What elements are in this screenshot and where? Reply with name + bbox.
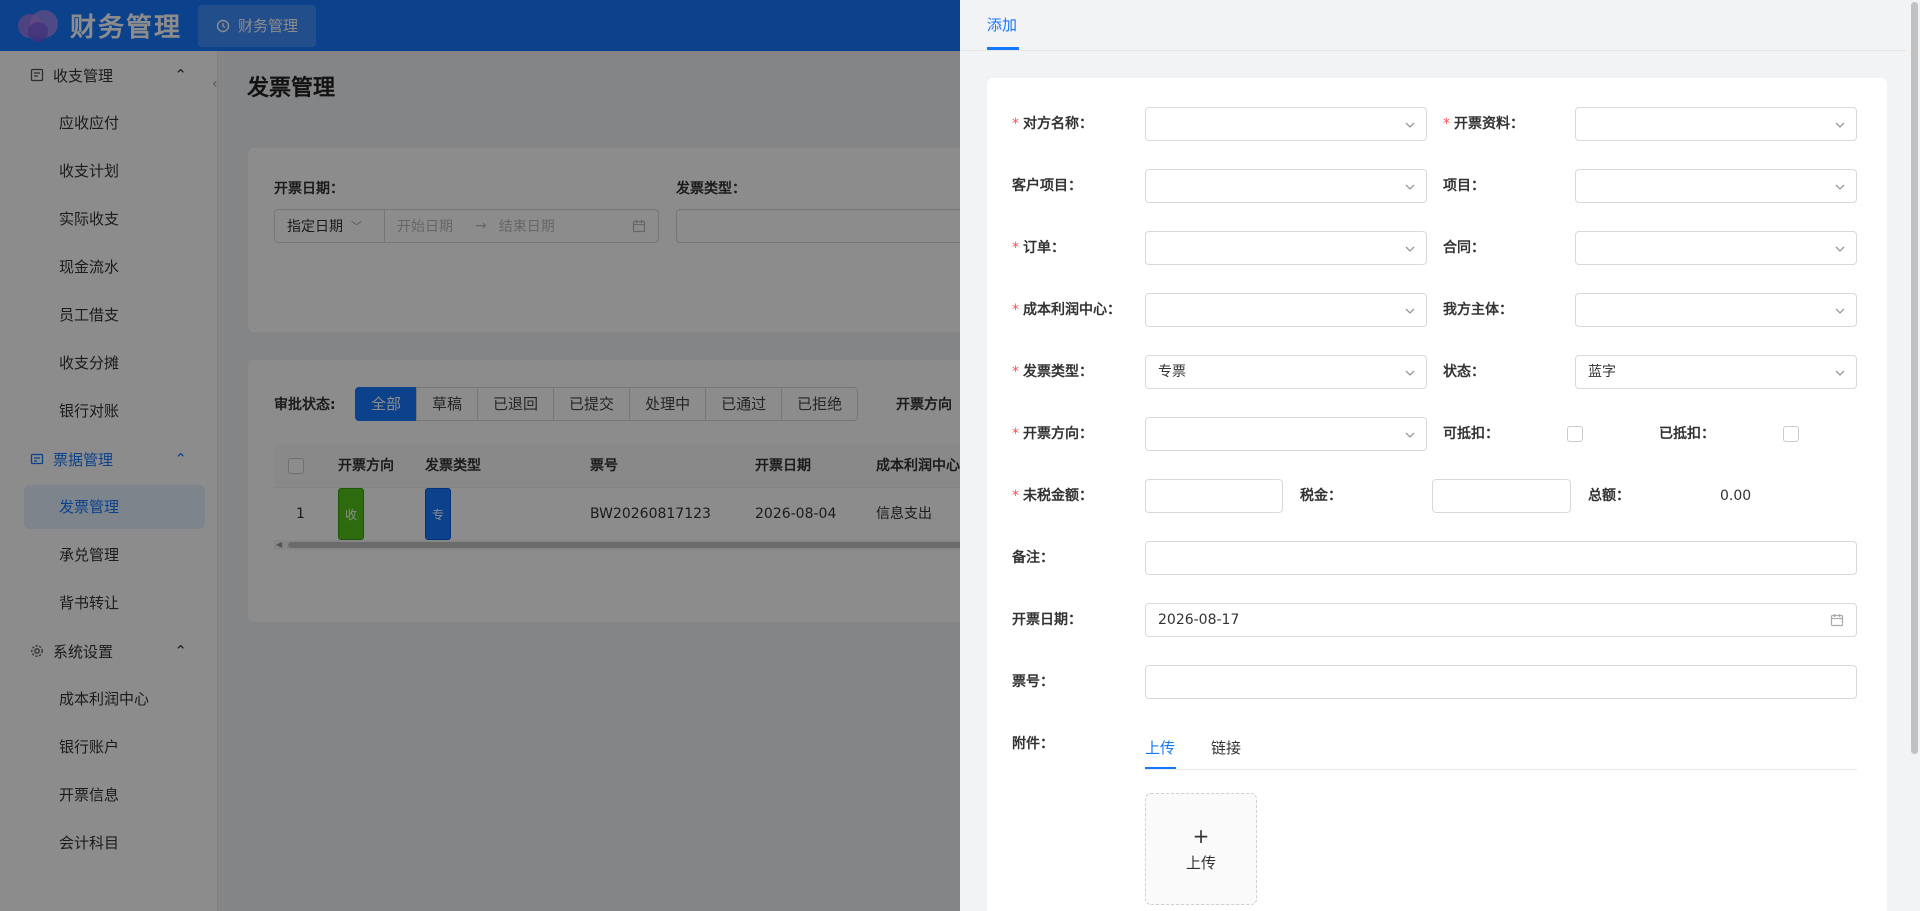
status-value: 蓝字 xyxy=(1588,364,1616,380)
deductible-label: 可抵扣： xyxy=(1443,426,1499,442)
attachment-label: 附件： xyxy=(1012,736,1054,752)
active-tab-indicator xyxy=(987,47,1019,50)
chevron-down-icon xyxy=(1405,246,1415,252)
invoice-no-input[interactable] xyxy=(1145,665,1857,699)
contract-select[interactable] xyxy=(1575,231,1857,265)
tab-link[interactable]: 链接 xyxy=(1211,728,1241,770)
drawer-tabs: 添加 xyxy=(960,0,1906,51)
active-tab-indicator xyxy=(1145,767,1176,769)
status-label: 状态： xyxy=(1443,364,1485,380)
invoice-date-label: 开票日期： xyxy=(1012,612,1082,628)
total-value: 0.00 xyxy=(1720,488,1752,504)
project-select[interactable] xyxy=(1575,169,1857,203)
our-entity-select[interactable] xyxy=(1575,293,1857,327)
chevron-down-icon xyxy=(1835,122,1845,128)
remark-input[interactable] xyxy=(1145,541,1857,575)
chevron-down-icon xyxy=(1405,308,1415,314)
chevron-down-icon xyxy=(1835,184,1845,190)
invoice-type-value: 专票 xyxy=(1158,364,1186,380)
calendar-icon xyxy=(1830,614,1844,627)
tax-input[interactable] xyxy=(1432,479,1571,513)
invoice-form: * 对方名称： * 开票资料： 客户项目： 项目： * 订单： 合同： * 成本利润中心… xyxy=(987,78,1887,911)
upload-label: 上传 xyxy=(1185,854,1216,872)
contract-label: 合同： xyxy=(1443,240,1485,256)
invoice-type-label: * 发票类型： xyxy=(1012,364,1093,380)
drawer-scrollbar[interactable] xyxy=(1909,0,1920,911)
invoice-info-label: * 开票资料： xyxy=(1443,116,1524,132)
tab-upload[interactable]: 上传 xyxy=(1145,728,1175,770)
chevron-down-icon xyxy=(1405,432,1415,438)
add-invoice-drawer: 添加 * 对方名称： * 开票资料： 客户项目： 项目： * 订单： 合同： *… xyxy=(960,0,1920,911)
counterparty-select[interactable] xyxy=(1145,107,1427,141)
plus-icon: + xyxy=(1192,824,1210,848)
chevron-down-icon xyxy=(1405,122,1415,128)
project-label: 项目： xyxy=(1443,178,1485,194)
upload-button[interactable]: + 上传 xyxy=(1145,793,1257,905)
invoice-type-select[interactable]: 专票 xyxy=(1145,355,1427,389)
order-select[interactable] xyxy=(1145,231,1427,265)
deductible-checkbox[interactable] xyxy=(1567,426,1583,442)
chevron-down-icon xyxy=(1835,308,1845,314)
tab-add[interactable]: 添加 xyxy=(987,0,1017,51)
cost-center-label: * 成本利润中心： xyxy=(1012,302,1121,318)
chevron-down-icon xyxy=(1835,246,1845,252)
tax-label: 税金： xyxy=(1300,488,1342,504)
invoice-no-label: 票号： xyxy=(1012,674,1054,690)
status-select[interactable]: 蓝字 xyxy=(1575,355,1857,389)
order-label: * 订单： xyxy=(1012,240,1065,256)
customer-project-label: 客户项目： xyxy=(1012,178,1082,194)
chevron-down-icon xyxy=(1405,370,1415,376)
deducted-label: 已抵扣： xyxy=(1659,426,1715,442)
chevron-down-icon xyxy=(1405,184,1415,190)
counterparty-label: * 对方名称： xyxy=(1012,116,1093,132)
customer-project-select[interactable] xyxy=(1145,169,1427,203)
scrollbar-thumb[interactable] xyxy=(1911,2,1918,754)
deducted-checkbox[interactable] xyxy=(1783,426,1799,442)
invoice-date-picker[interactable]: 2026-08-17 xyxy=(1145,603,1857,637)
our-entity-label: 我方主体： xyxy=(1443,302,1513,318)
direction-label: * 开票方向： xyxy=(1012,426,1093,442)
chevron-down-icon xyxy=(1835,370,1845,376)
remark-label: 备注： xyxy=(1012,550,1054,566)
cost-center-select[interactable] xyxy=(1145,293,1427,327)
total-label: 总额： xyxy=(1588,488,1630,504)
invoice-date-value: 2026-08-17 xyxy=(1158,612,1240,628)
invoice-info-select[interactable] xyxy=(1575,107,1857,141)
pretax-label: * 未税金额： xyxy=(1012,488,1093,504)
attachment-tabs: 上传 链接 xyxy=(1145,728,1857,770)
pretax-input[interactable] xyxy=(1145,479,1283,513)
direction-select[interactable] xyxy=(1145,417,1427,451)
